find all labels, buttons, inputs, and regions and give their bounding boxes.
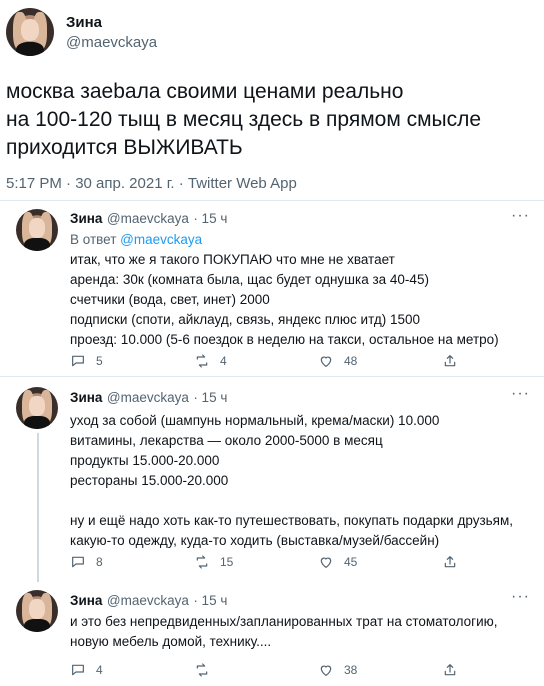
comment-button[interactable]: 5 [70, 353, 194, 369]
tweet-text-line: счетчики (вода, свет, инет) 2000 [70, 292, 270, 307]
tweet-text-line: уход за собой (шампунь нормальный, крема… [70, 413, 440, 428]
tweet-text-line: витамины, лекарства — около 2000-5000 в … [70, 433, 383, 448]
tweet-text: уход за собой (шампунь нормальный, крема… [70, 411, 513, 551]
comment-count: 4 [96, 663, 103, 677]
comment-icon [72, 556, 84, 568]
like-icon [320, 665, 332, 677]
author-name[interactable]: Зина [70, 211, 102, 226]
tweet-text-line: ну и ещё надо хоть как-то путешествовать… [70, 513, 514, 528]
tweet-meta[interactable]: 5:17 PM · 30 апр. 2021 г. · Twitter Web … [6, 175, 297, 192]
retweet-icon [196, 555, 208, 569]
retweet-count: 15 [220, 555, 234, 569]
tweet-text-line: рестораны 15.000-20.000 [70, 473, 229, 488]
retweet-button[interactable]: 15 [194, 554, 318, 570]
share-icon [444, 355, 456, 367]
avatar[interactable] [16, 590, 58, 632]
comment-count: 5 [96, 354, 103, 368]
author-handle[interactable]: @maevckaya [107, 211, 189, 226]
comment-button[interactable]: 8 [70, 554, 194, 570]
tweet-text-line: проезд: 10.000 (5-6 поездок в неделю на … [70, 332, 499, 347]
comment-button[interactable]: 4 [70, 662, 194, 678]
comment-count: 8 [96, 555, 103, 569]
like-count: 45 [344, 555, 358, 569]
reply-to: В ответ @maevckaya [70, 230, 202, 250]
tweet-text-line: и это без непредвиденных/запланированных… [70, 614, 498, 629]
like-count: 38 [344, 663, 358, 677]
tweet-actions: 4 38 [70, 662, 468, 678]
like-button[interactable]: 48 [318, 353, 442, 369]
like-count: 48 [344, 354, 358, 368]
retweet-count: 4 [220, 354, 227, 368]
share-icon [444, 556, 456, 568]
retweet-icon [196, 663, 208, 677]
tweet-text-line: москва заеbала своими ценами реально [6, 80, 404, 103]
tweet-time[interactable]: · 15 ч [193, 390, 227, 405]
more-icon[interactable]: ··· [511, 207, 530, 225]
tweet-text-line: продукты 15.000-20.000 [70, 453, 220, 468]
like-button[interactable]: 38 [318, 662, 442, 678]
more-icon[interactable]: ··· [511, 588, 530, 606]
tweet-text-line: на 100-120 тыщ в месяц здесь в прямом см… [6, 108, 482, 131]
tweet-time[interactable]: · 15 ч [193, 593, 227, 608]
avatar[interactable] [6, 8, 54, 56]
reply-tweet[interactable]: Зина @maevckaya · 15 ч ··· В ответ @maev… [0, 201, 544, 375]
tweet-actions: 5 4 48 [70, 353, 468, 369]
retweet-icon [196, 354, 208, 368]
share-button[interactable] [442, 554, 468, 570]
author-handle[interactable]: @maevckaya [107, 390, 189, 405]
comment-icon [72, 664, 84, 676]
avatar[interactable] [16, 209, 58, 251]
reply-to-label: В ответ [70, 232, 121, 247]
author-name[interactable]: Зина [66, 14, 102, 31]
comment-icon [72, 355, 84, 367]
author-handle[interactable]: @maevckaya [66, 34, 157, 51]
tweet-time[interactable]: · 15 ч [193, 211, 227, 226]
tweet-text: москва заеbала своими ценами реально на … [6, 78, 536, 162]
share-button[interactable] [442, 662, 468, 678]
share-button[interactable] [442, 353, 468, 369]
like-button[interactable]: 45 [318, 554, 442, 570]
retweet-button[interactable] [194, 662, 318, 678]
retweet-button[interactable]: 4 [194, 353, 318, 369]
like-icon [320, 557, 332, 569]
reply-tweet[interactable]: Зина @maevckaya · 15 ч ··· уход за собой… [0, 377, 544, 582]
tweet-text-line: новую мебель домой, технику.... [70, 634, 272, 649]
reply-to-handle[interactable]: @maevckaya [120, 232, 202, 247]
tweet-text: итак, что же я такого ПОКУПАЮ что мне не… [70, 250, 499, 350]
tweet-text: и это без непредвиденных/запланированных… [70, 612, 498, 652]
author-handle[interactable]: @maevckaya [107, 593, 189, 608]
avatar[interactable] [16, 387, 58, 429]
more-icon[interactable]: ··· [511, 385, 530, 403]
tweet-text-line: итак, что же я такого ПОКУПАЮ что мне не… [70, 252, 395, 267]
like-icon [320, 356, 332, 368]
tweet-text-line: аренда: 30к (комната была, щас будет одн… [70, 272, 429, 287]
author-name[interactable]: Зина [70, 593, 102, 608]
thread-line [37, 433, 39, 582]
share-icon [444, 664, 456, 676]
tweet-text-line: подписки (споти, айклауд, связь, яндекс … [70, 312, 420, 327]
tweet-actions: 8 15 45 [70, 554, 468, 570]
reply-tweet[interactable]: Зина @maevckaya · 15 ч ··· и это без неп… [0, 582, 544, 686]
tweet-text-line: какую-то одежду, куда-то ходить (выставк… [70, 533, 440, 548]
author-name[interactable]: Зина [70, 390, 102, 405]
tweet-text-line: приходится ВЫЖИВАТЬ [6, 136, 243, 159]
